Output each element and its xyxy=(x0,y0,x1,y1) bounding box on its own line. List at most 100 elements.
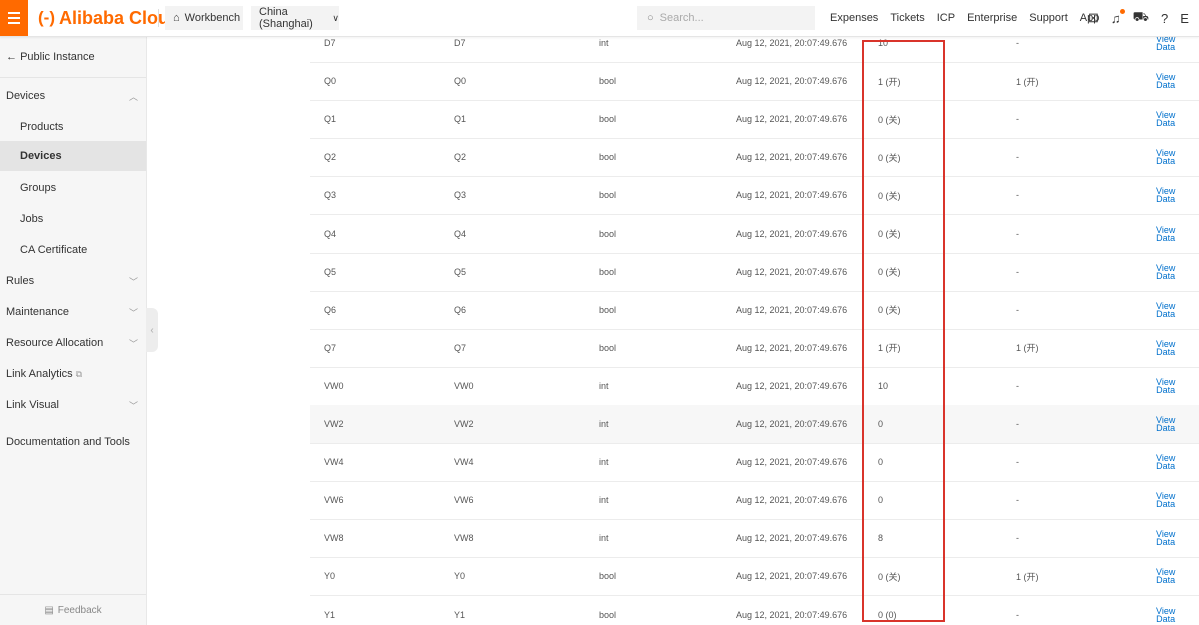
name-cell: Q1 xyxy=(454,114,467,125)
back-link[interactable]: ← Public Instance xyxy=(6,51,95,63)
table-row: Q0 Q0 bool Aug 12, 2021, 20:07:49.676 1 (开) 1… xyxy=(310,62,1199,102)
top-icons: ⊡ ♫ ⛟ ? E xyxy=(1088,0,1199,36)
type-cell: bool xyxy=(599,571,617,582)
sidebar-item-groups[interactable]: Groups xyxy=(0,173,146,203)
support-link[interactable]: Support xyxy=(1029,12,1068,24)
identifier-cell: Y1 xyxy=(324,609,336,620)
table-row: VW0 VW0 int Aug 12, 2021, 20:07:49.676 10 - Vi… xyxy=(310,367,1199,406)
sidebar-item-jobs[interactable]: Jobs xyxy=(0,204,146,234)
view-data-link[interactable]: View Data xyxy=(1156,138,1175,176)
name-cell: VW4 xyxy=(454,457,474,468)
value-cell: 0 (关) xyxy=(878,190,901,201)
sidebar-item-resource-allocation[interactable]: Resource Allocation ﹀ xyxy=(0,328,146,358)
workbench-button[interactable]: ⌂ Workbench xyxy=(165,6,243,30)
type-cell: bool xyxy=(599,190,617,201)
view-data-link[interactable]: View Data xyxy=(1156,329,1175,367)
top-navigation-bar: (-) Alibaba Cloud ⌂ Workbench China (Sha… xyxy=(0,0,1199,37)
language-label[interactable]: E xyxy=(1180,11,1189,26)
identifier-cell: D7 xyxy=(324,38,336,48)
sidebar-item-devices[interactable]: Devices xyxy=(0,141,146,171)
time-cell: Aug 12, 2021, 20:07:49.676 xyxy=(736,304,848,315)
view-data-label: Data xyxy=(1156,499,1176,510)
view-data-link[interactable]: View Data xyxy=(1156,36,1175,62)
table-row: VW6 VW6 int Aug 12, 2021, 20:07:49.676 0 - Vie… xyxy=(310,481,1199,521)
table-row: Y1 Y1 bool Aug 12, 2021, 20:07:49.676 0 (0) -… xyxy=(310,596,1199,625)
icp-link[interactable]: ICP xyxy=(937,12,955,24)
bell-icon[interactable]: ♫ xyxy=(1111,8,1125,26)
table-row: D7 D7 int Aug 12, 2021, 20:07:49.676 10 - View… xyxy=(310,36,1199,63)
set-value-cell: - xyxy=(1016,190,1019,201)
type-cell: int xyxy=(599,419,609,429)
chevron-down-icon: ∨ xyxy=(332,12,339,23)
sidebar-item-link-analytics[interactable]: Link Analytics ⧉ xyxy=(0,359,146,389)
view-data-label: Data xyxy=(1156,194,1176,205)
set-value-cell: - xyxy=(1016,609,1019,620)
sidebar-item-products[interactable]: Products xyxy=(0,112,146,142)
search-input[interactable]: ○ Search... xyxy=(637,6,815,30)
table-row: Q2 Q2 bool Aug 12, 2021, 20:07:49.676 0 (关) -… xyxy=(310,138,1199,178)
view-data-link[interactable]: View Data xyxy=(1156,176,1175,214)
table-row: Q4 Q4 bool Aug 12, 2021, 20:07:49.676 0 (关) -… xyxy=(310,215,1199,254)
expenses-link[interactable]: Expenses xyxy=(830,12,878,24)
data-table: D7 D7 int Aug 12, 2021, 20:07:49.676 10 - View… xyxy=(310,36,1199,625)
sidebar-item-documentation[interactable]: Documentation and Tools xyxy=(0,427,146,457)
sidebar-item-devices-group[interactable]: Devices ︿ xyxy=(0,81,146,111)
identifier-cell: VW2 xyxy=(324,419,344,429)
name-cell: Q7 xyxy=(454,342,467,353)
table-row: VW4 VW4 int Aug 12, 2021, 20:07:49.676 0 - Vie… xyxy=(310,443,1199,483)
sidebar-collapse-handle[interactable]: ‹ xyxy=(146,308,158,352)
value-cell: 1 (开) xyxy=(878,343,901,354)
terminal-icon[interactable]: ⊡ xyxy=(1088,10,1099,26)
set-value-cell: - xyxy=(1016,380,1019,391)
identifier-cell: Y0 xyxy=(324,571,336,582)
sidebar-item-label: Groups xyxy=(20,182,57,194)
help-icon[interactable]: ? xyxy=(1161,11,1168,26)
identifier-cell: Q2 xyxy=(324,152,337,163)
chevron-down-icon: ﹀ xyxy=(128,307,138,318)
identifier-cell: Q5 xyxy=(324,266,337,277)
enterprise-link[interactable]: Enterprise xyxy=(967,12,1017,24)
sidebar-item-label: Products xyxy=(20,121,64,133)
region-selector[interactable]: China (Shanghai) ∨ xyxy=(251,6,339,30)
identifier-cell: VW8 xyxy=(324,533,344,544)
name-cell: Q3 xyxy=(454,190,467,201)
time-cell: Aug 12, 2021, 20:07:49.676 xyxy=(736,38,848,48)
type-cell: bool xyxy=(599,266,617,277)
view-data-link[interactable]: View Data xyxy=(1156,253,1175,291)
time-cell: Aug 12, 2021, 20:07:49.676 xyxy=(736,228,848,239)
view-data-link[interactable]: View Data xyxy=(1156,215,1175,253)
view-data-link[interactable]: View Data xyxy=(1156,481,1175,519)
time-cell: Aug 12, 2021, 20:07:49.676 xyxy=(736,266,848,277)
tickets-link[interactable]: Tickets xyxy=(890,12,924,24)
view-data-link[interactable]: View Data xyxy=(1156,405,1175,443)
view-data-label: Data xyxy=(1156,42,1176,52)
workbench-label: Workbench xyxy=(184,12,241,24)
view-data-link[interactable]: View Data xyxy=(1156,596,1175,625)
view-data-link[interactable]: View Data xyxy=(1156,62,1175,100)
view-data-link[interactable]: View Data xyxy=(1156,519,1175,557)
view-data-link[interactable]: View Data xyxy=(1156,100,1175,138)
top-links: Expenses Tickets ICP Enterprise Support … xyxy=(830,0,1111,36)
sidebar-item-rules[interactable]: Rules ﹀ xyxy=(0,266,146,296)
view-data-link[interactable]: View Data xyxy=(1156,443,1175,481)
sidebar-item-link-visual[interactable]: Link Visual ﹀ xyxy=(0,390,146,420)
time-cell: Aug 12, 2021, 20:07:49.676 xyxy=(736,609,848,620)
type-cell: bool xyxy=(599,609,617,620)
sidebar-item-label: Devices xyxy=(6,90,46,102)
feedback-label: Feedback xyxy=(57,604,102,616)
feedback-icon: ▤ xyxy=(44,604,54,616)
logo-mark: (-) xyxy=(38,8,55,27)
time-cell: Aug 12, 2021, 20:07:49.676 xyxy=(736,190,848,201)
view-data-link[interactable]: View Data xyxy=(1156,557,1175,595)
view-data-link[interactable]: View Data xyxy=(1156,367,1175,405)
hamburger-menu-icon[interactable] xyxy=(0,0,28,36)
value-cell: 0 xyxy=(878,419,884,429)
view-data-link[interactable]: View Data xyxy=(1156,291,1175,329)
feedback-button[interactable]: ▤ Feedback xyxy=(0,594,146,625)
name-cell: VW0 xyxy=(454,380,474,391)
sidebar-item-maintenance[interactable]: Maintenance ﹀ xyxy=(0,297,146,327)
sidebar-item-ca-certificate[interactable]: CA Certificate xyxy=(0,235,146,265)
name-cell: Q5 xyxy=(454,266,467,277)
identifier-cell: Q4 xyxy=(324,228,337,239)
cart-icon[interactable]: ⛟ xyxy=(1133,9,1149,27)
